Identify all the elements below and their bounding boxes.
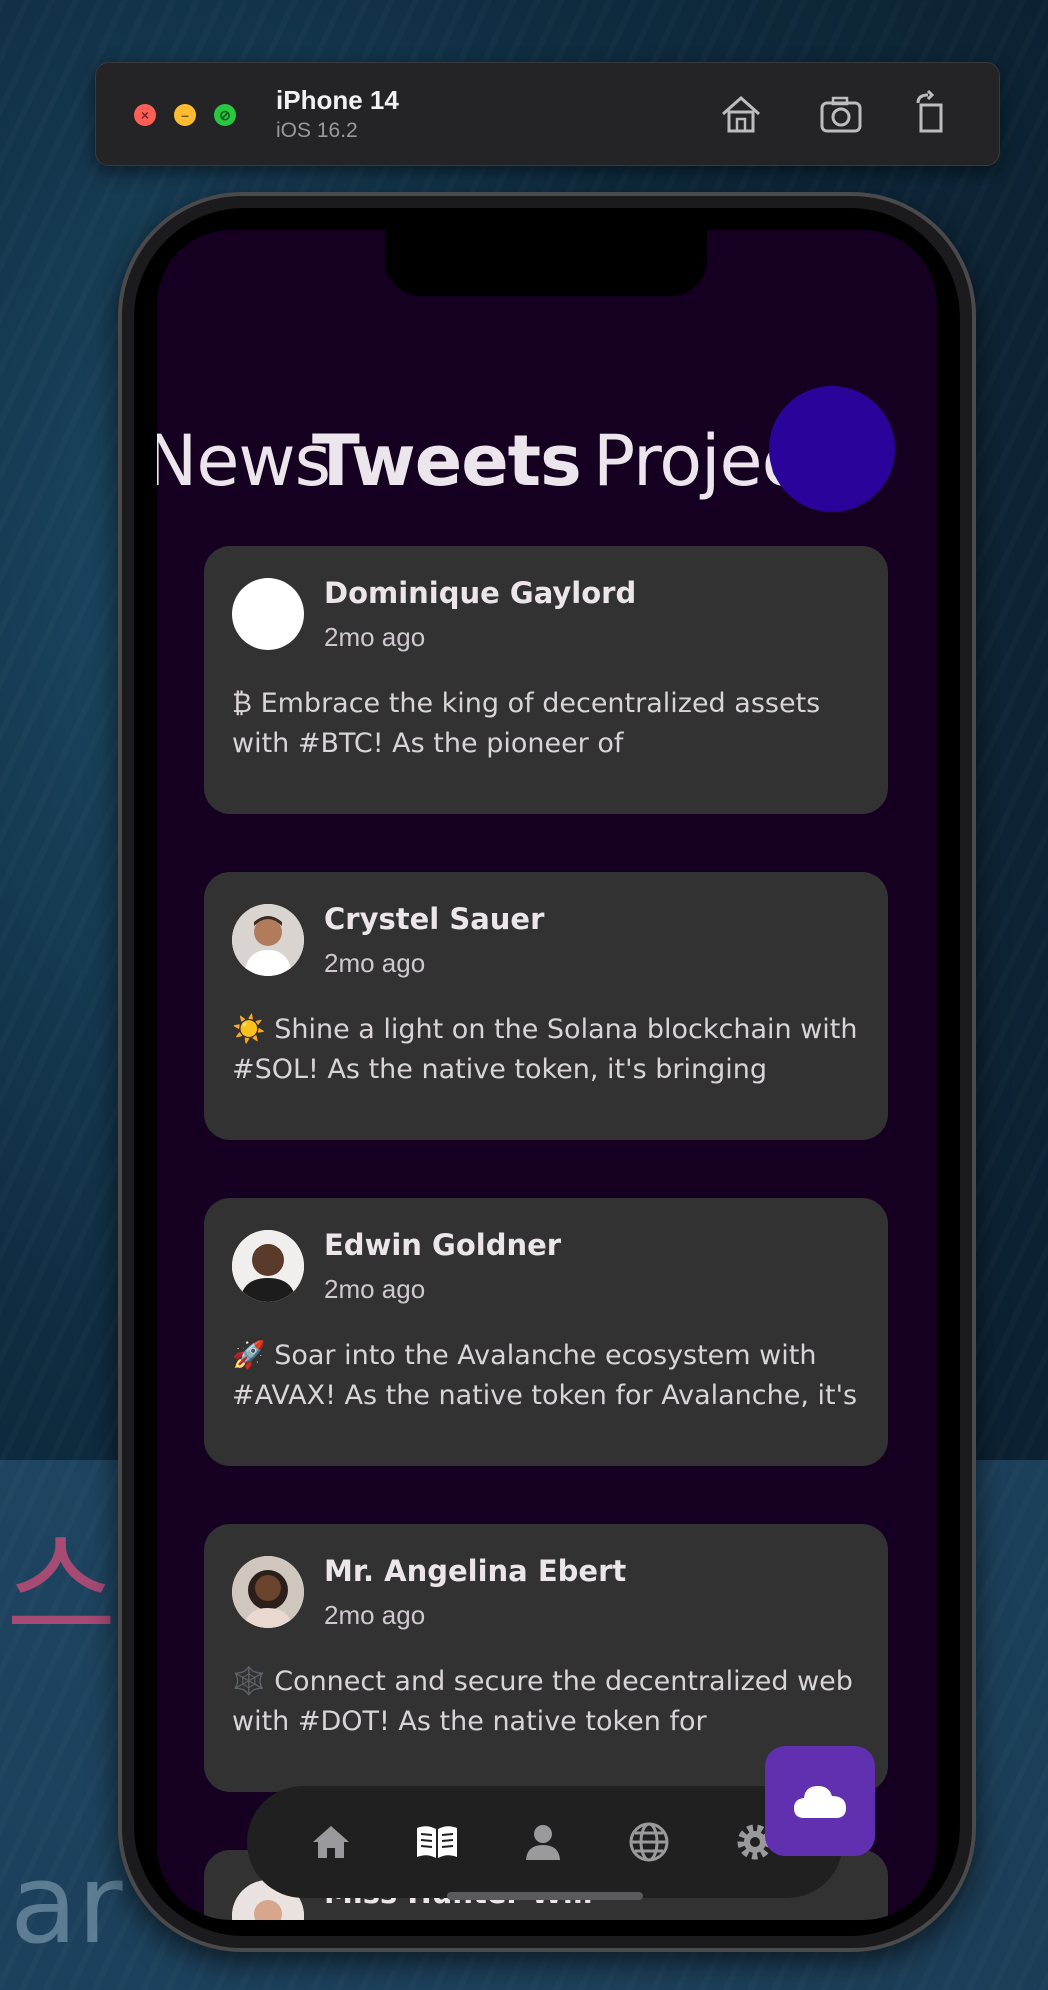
cloud-icon — [794, 1786, 846, 1818]
tweet-text: 🕸️ Connect and secure the decentralized … — [232, 1666, 853, 1737]
device-name: iPhone 14 — [276, 85, 399, 115]
cloud-button[interactable] — [765, 1746, 875, 1856]
avatar — [232, 1556, 304, 1628]
avatar — [232, 578, 304, 650]
news-icon[interactable] — [415, 1820, 459, 1864]
tweet-time: 2mo ago — [324, 1274, 426, 1304]
minimize-window-button[interactable]: – — [174, 104, 196, 126]
zoom-window-button[interactable]: ⊘ — [214, 104, 236, 126]
dynamic-notch — [385, 230, 707, 296]
author-name: Dominique Gaylord — [324, 576, 637, 610]
author-name: Edwin Goldner — [324, 1228, 562, 1262]
tab-tweets[interactable]: Tweets — [312, 420, 582, 502]
author-name: Crystel Sauer — [324, 902, 545, 936]
tweet-time: 2mo ago — [324, 622, 426, 652]
home-icon[interactable] — [309, 1820, 353, 1864]
tweet-time: 2mo ago — [324, 948, 426, 978]
os-version: iOS 16.2 — [276, 119, 358, 142]
tweet-text: ₿ Embrace the king of decentralized asse… — [232, 688, 821, 759]
home-indicator — [447, 1892, 643, 1900]
app-screen: News Tweets Projects Dominique Gaylord 2… — [157, 230, 937, 1920]
globe-icon[interactable] — [627, 1820, 671, 1864]
background-glyph: 스 — [6, 1519, 117, 1658]
profile-icon[interactable] — [521, 1820, 565, 1864]
author-name: Mr. Angelina Ebert — [324, 1554, 627, 1588]
tab-news[interactable]: News — [157, 420, 331, 502]
tweet-card[interactable]: Crystel Sauer 2mo ago ☀️ Shine a light o… — [204, 872, 888, 1140]
rotate-icon[interactable] — [904, 87, 958, 141]
home-icon[interactable] — [714, 87, 768, 141]
tweet-card[interactable]: Dominique Gaylord 2mo ago ₿ Embrace the … — [204, 546, 888, 814]
bottom-nav — [247, 1786, 843, 1898]
avatar — [232, 1230, 304, 1302]
simulator-toolbar: × – ⊘ iPhone 14 iOS 16.2 — [95, 62, 1000, 166]
floating-accent-circle[interactable] — [769, 386, 895, 512]
tweet-text: ☀️ Shine a light on the Solana blockchai… — [232, 1014, 858, 1085]
background-glyph: ar — [10, 1840, 123, 1968]
avatar — [232, 904, 304, 976]
screenshot-icon[interactable] — [814, 87, 868, 141]
tweet-text: 🚀 Soar into the Avalanche ecosystem with… — [232, 1340, 858, 1411]
tweet-time: 2mo ago — [324, 1600, 426, 1630]
tweet-card[interactable]: Edwin Goldner 2mo ago 🚀 Soar into the Av… — [204, 1198, 888, 1466]
close-window-button[interactable]: × — [134, 104, 156, 126]
